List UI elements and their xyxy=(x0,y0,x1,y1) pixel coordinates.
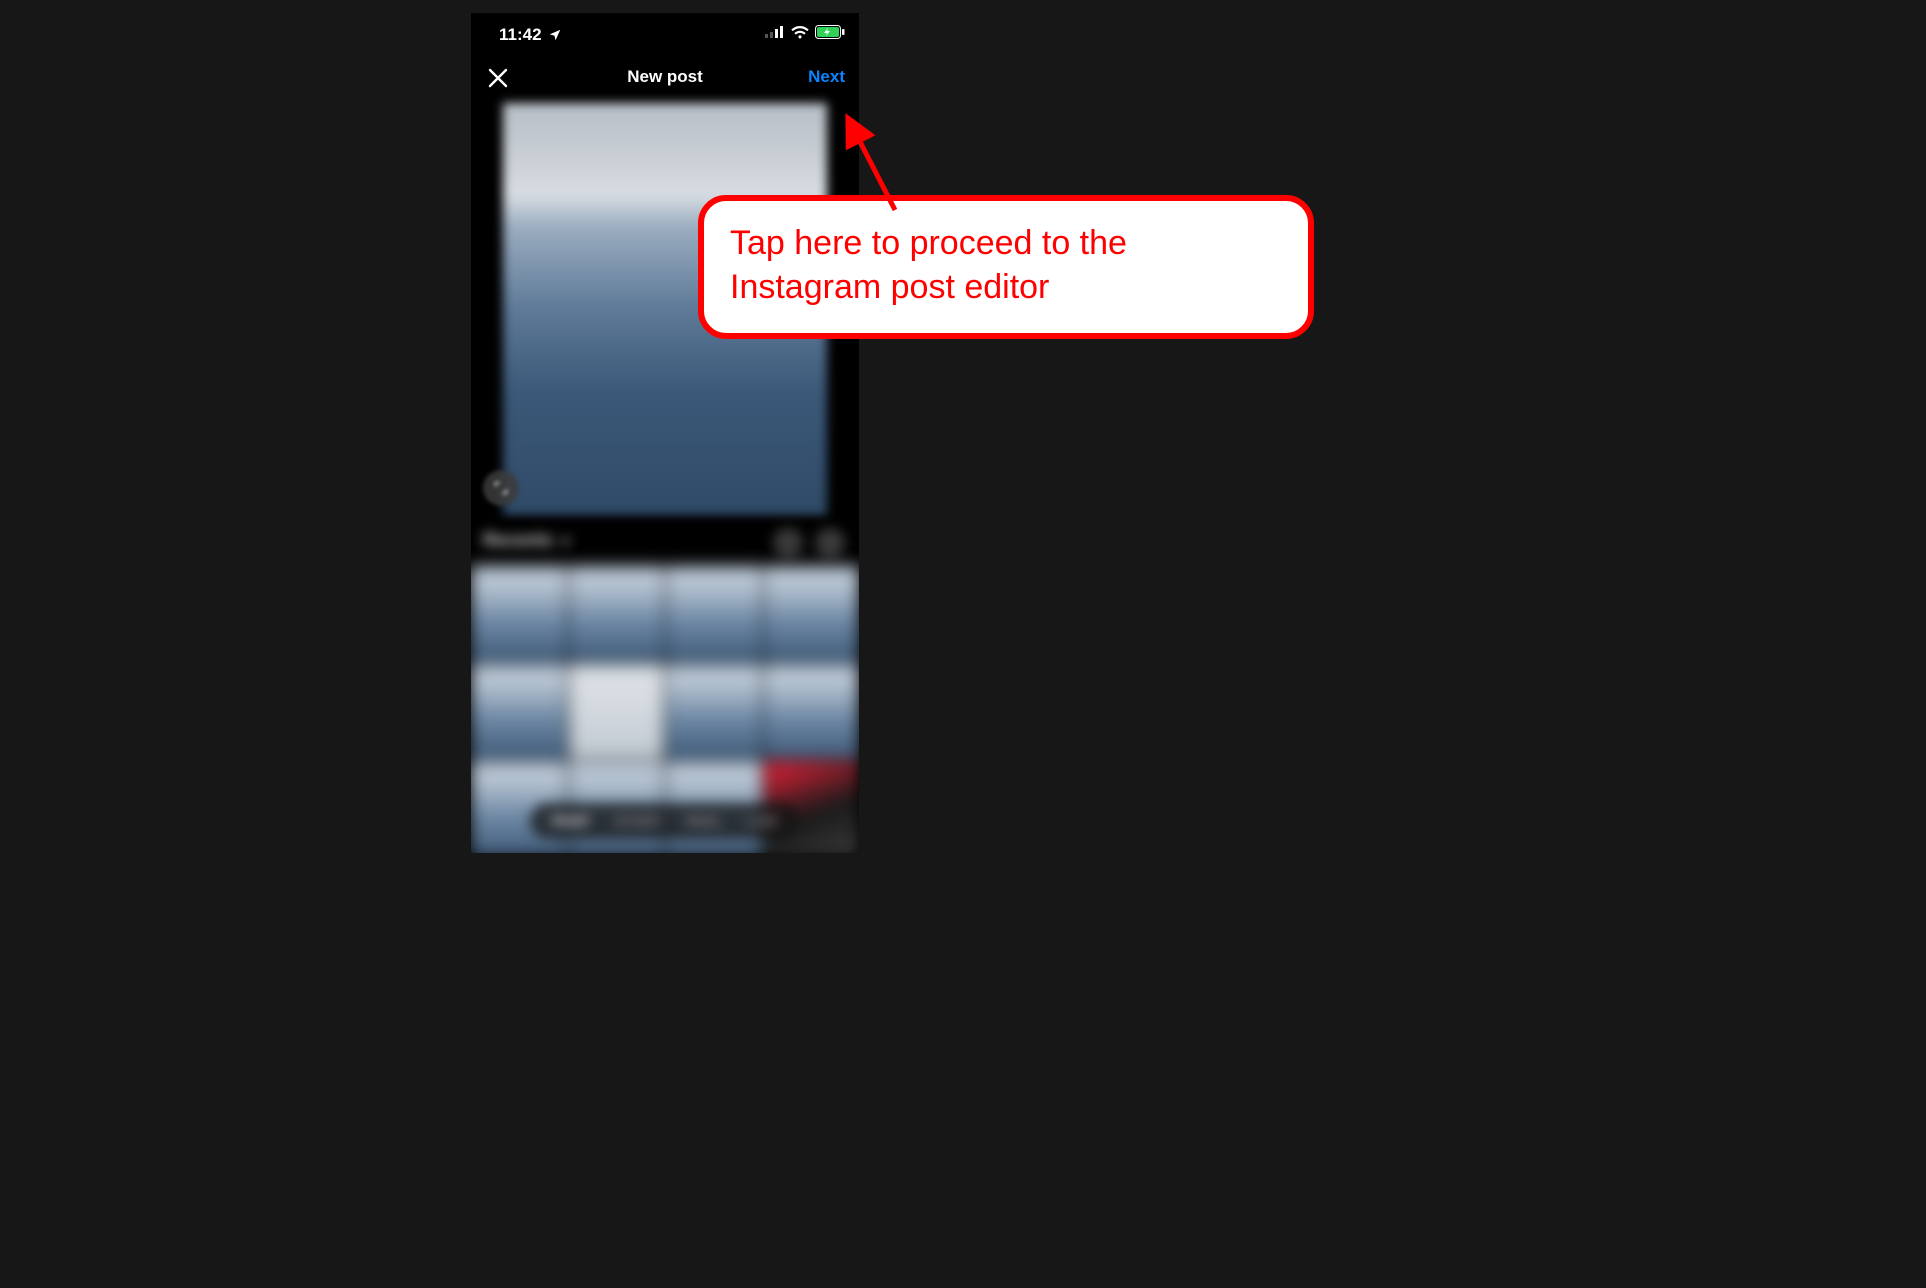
stage: { "statusbar":{"time":"11:42"}, "navbar"… xyxy=(0,0,1926,1288)
album-picker[interactable]: Recents ▾ xyxy=(483,530,569,551)
next-button[interactable]: Next xyxy=(808,67,845,87)
photo-thumbnail[interactable] xyxy=(471,664,567,760)
album-name: Recents xyxy=(483,530,553,550)
mode-tab-story[interactable]: STORY xyxy=(614,813,661,829)
mode-tab-reel[interactable]: REEL xyxy=(686,813,723,829)
annotation-callout: Tap here to proceed to the Instagram pos… xyxy=(698,195,1314,339)
wifi-icon xyxy=(791,26,809,39)
mode-tab-live[interactable]: LIVE xyxy=(747,813,778,829)
photo-thumbnail[interactable] xyxy=(569,566,665,662)
album-picker-row: Recents ▾ xyxy=(471,518,859,566)
status-bar: 11:42 xyxy=(471,13,859,55)
photo-thumbnail[interactable] xyxy=(764,566,860,662)
status-right xyxy=(765,25,845,39)
chevron-down-icon: ▾ xyxy=(562,533,569,549)
cellular-icon xyxy=(765,26,785,38)
navbar: New post Next xyxy=(471,55,859,103)
photo-thumbnail[interactable] xyxy=(764,664,860,760)
photo-thumbnail[interactable] xyxy=(666,664,762,760)
photo-thumbnail[interactable] xyxy=(471,566,567,662)
mode-tab-post[interactable]: POST xyxy=(552,813,590,829)
annotation-text: Tap here to proceed to the Instagram pos… xyxy=(730,221,1282,309)
photo-thumbnail[interactable] xyxy=(666,566,762,662)
status-time: 11:42 xyxy=(499,25,562,45)
battery-charging-icon xyxy=(815,25,845,39)
page-title: New post xyxy=(471,67,859,87)
photo-thumbnail[interactable] xyxy=(569,664,665,760)
expand-icon xyxy=(493,480,509,496)
mode-switcher[interactable]: POST STORY REEL LIVE xyxy=(530,803,800,839)
status-time-text: 11:42 xyxy=(499,25,542,45)
camera-button[interactable] xyxy=(815,528,845,558)
location-arrow-icon xyxy=(548,28,562,42)
multi-select-button[interactable] xyxy=(773,528,803,558)
phone-screenshot: 11:42 xyxy=(471,13,859,853)
aspect-toggle-button[interactable] xyxy=(483,470,519,506)
